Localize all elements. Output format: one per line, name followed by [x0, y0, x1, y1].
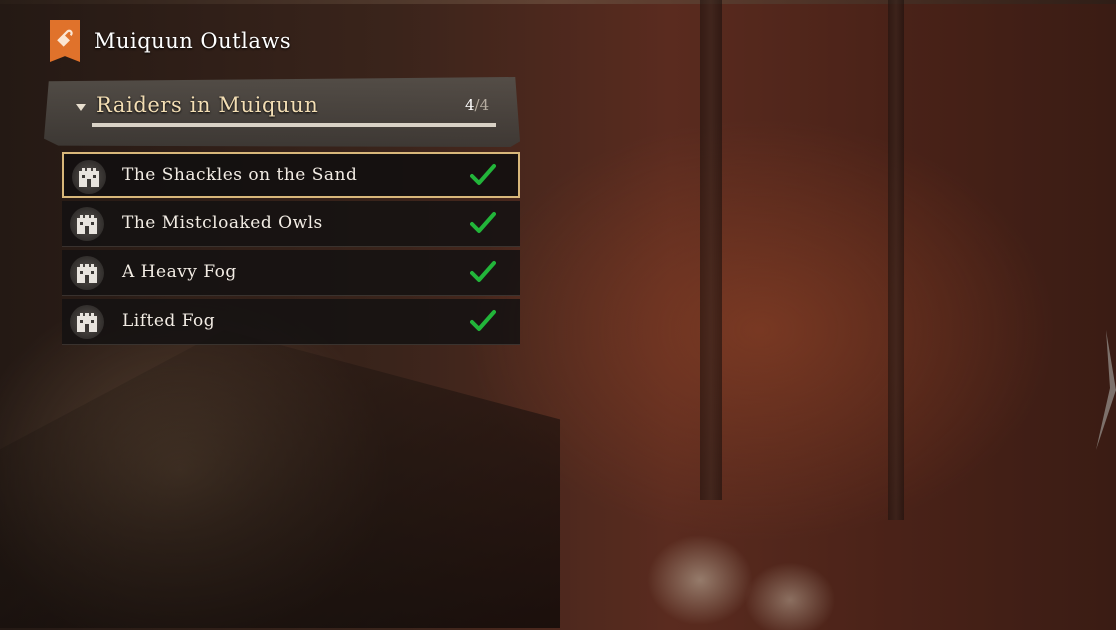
checkmark-icon	[470, 310, 496, 331]
objective-label: A Heavy Fog	[122, 262, 237, 282]
objective-label: The Shackles on the Sand	[122, 165, 358, 185]
objective-row[interactable]: The Mistcloaked Owls	[62, 201, 520, 247]
quest-title: Muiquun Outlaws	[94, 29, 292, 53]
wooden-pole	[700, 0, 722, 500]
orange-banner-icon: ꗃ	[50, 20, 80, 62]
collapse-arrow-icon[interactable]	[76, 104, 86, 111]
objective-row[interactable]: Lifted Fog	[62, 299, 520, 345]
objective-label: Lifted Fog	[122, 311, 216, 331]
checkmark-icon	[470, 261, 496, 282]
total-count: /4	[474, 96, 490, 114]
fort-icon	[70, 256, 104, 290]
fort-icon	[72, 160, 106, 194]
wooden-pole	[888, 0, 904, 520]
fort-icon	[70, 305, 104, 339]
cliff-shadow	[0, 330, 560, 628]
checkmark-icon	[470, 164, 496, 185]
player-character	[640, 470, 840, 630]
quest-header: ꗃ Muiquun Outlaws	[50, 20, 291, 62]
quest-group-count: 4/4	[465, 96, 489, 114]
progress-fill	[92, 123, 496, 127]
objective-row[interactable]: A Heavy Fog	[62, 250, 520, 296]
objective-row[interactable]: The Shackles on the Sand	[62, 152, 520, 198]
pickaxe-decoration	[1096, 330, 1116, 450]
quest-group-title: Raiders in Muiquun	[96, 93, 319, 117]
fort-icon	[70, 207, 104, 241]
checkmark-icon	[470, 212, 496, 233]
objective-list: The Shackles on the Sand The Mistcloaked …	[62, 152, 520, 348]
objective-label: The Mistcloaked Owls	[122, 213, 323, 233]
completed-count: 4	[465, 96, 475, 114]
quest-group-progress-bar	[92, 123, 496, 127]
top-edge-decoration	[0, 0, 1116, 4]
